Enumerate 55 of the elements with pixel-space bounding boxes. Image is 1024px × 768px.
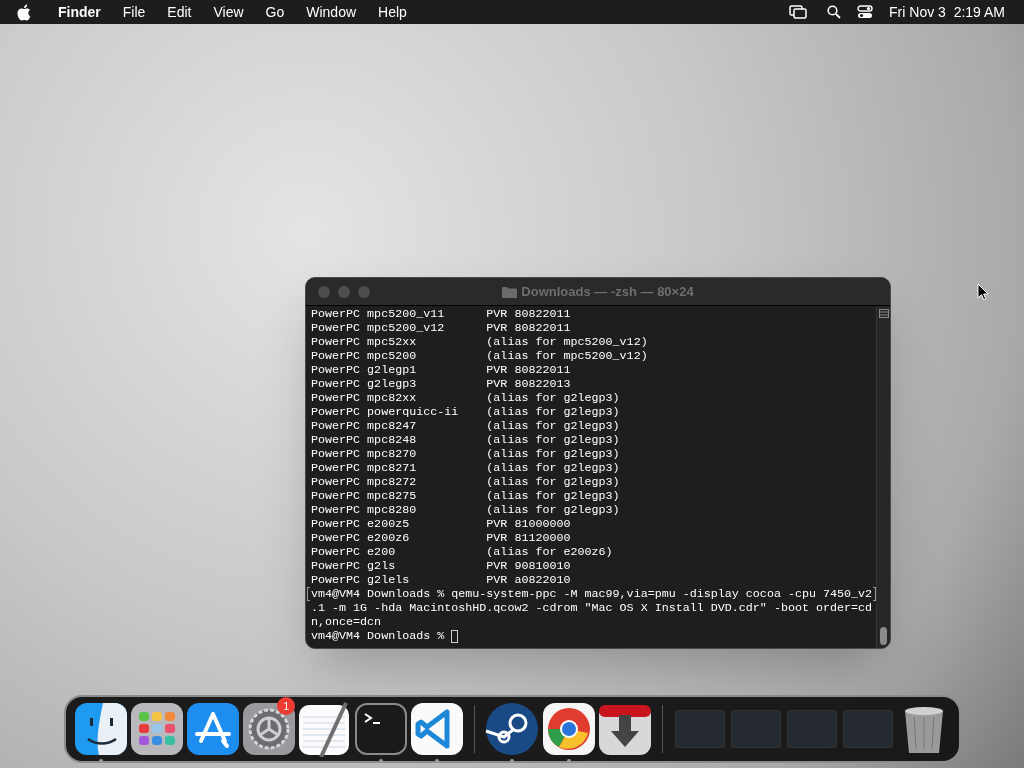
terminal-line: PowerPC mpc8248 (alias for g2legp3) xyxy=(311,433,620,447)
terminal-line: PowerPC mpc52xx (alias for mpc5200_v12) xyxy=(311,335,648,349)
terminal-line: PowerPC g2ls PVR 90810010 xyxy=(311,559,571,573)
gear-icon[interactable] xyxy=(241,701,298,757)
apple-menu-icon[interactable] xyxy=(16,3,31,21)
terminal-line: PowerPC mpc82xx (alias for g2legp3) xyxy=(311,391,620,405)
window-thumbnail[interactable] xyxy=(842,710,893,748)
finder-icon[interactable] xyxy=(73,701,130,757)
scroll-bar[interactable] xyxy=(876,306,890,648)
terminal-line: PowerPC mpc5200_v12 PVR 80822011 xyxy=(311,321,571,335)
scroll-thumb[interactable] xyxy=(880,627,887,645)
menu-item[interactable]: Window xyxy=(306,1,357,23)
terminal-line: PowerPC g2legp1 PVR 80822011 xyxy=(311,363,571,377)
menu-item[interactable]: View xyxy=(213,1,244,23)
browser-icon[interactable] xyxy=(540,701,597,757)
split-pane-icon[interactable] xyxy=(878,309,889,318)
app-store-icon[interactable] xyxy=(185,701,242,757)
terminal-line: PowerPC mpc8271 (alias for g2legp3) xyxy=(311,461,620,475)
notification-badge: 1 xyxy=(277,697,296,715)
menu-bar-clock[interactable]: Fri Nov 3 2:19 AM xyxy=(889,1,1005,23)
terminal-line: .1 -m 1G -hda MacintoshHD.qcow2 -cdrom "Mac OS X Install DVD.cdr" -boot order=cd xyxy=(311,601,873,615)
terminal-line: PowerPC g2legp3 PVR 80822013 xyxy=(311,377,571,391)
terminal-line: PowerPC e200z6 PVR 81120000 xyxy=(311,531,571,545)
terminal-line: PowerPC mpc8280 (alias for g2legp3) xyxy=(311,503,620,517)
menu-item[interactable]: File xyxy=(122,1,146,23)
terminal-line: PowerPC mpc8247 (alias for g2legp3) xyxy=(311,419,620,433)
terminal-line: PowerPC mpc8272 (alias for g2legp3) xyxy=(311,475,620,489)
terminal-line: PowerPC mpc5200 (alias for mpc5200_v12) xyxy=(311,349,648,363)
terminal-line: PowerPC powerquicc-ii (alias for g2legp3) xyxy=(311,405,620,419)
control-center-icon[interactable] xyxy=(857,5,874,19)
mouse-pointer-icon xyxy=(977,283,989,301)
code-editor-icon[interactable] xyxy=(409,701,466,757)
steam-icon[interactable] xyxy=(484,701,541,757)
window-thumbnail[interactable] xyxy=(786,710,837,748)
terminal-icon[interactable] xyxy=(353,701,410,757)
terminal-line: PowerPC e200z5 PVR 81000000 xyxy=(311,517,571,531)
terminal-line: PowerPC g2lels PVR a0822010 xyxy=(311,573,571,587)
terminal-line: PowerPC mpc8275 (alias for g2legp3) xyxy=(311,489,620,503)
terminal-line: vm4@VM4 Downloads % xyxy=(311,629,446,643)
menu-item[interactable]: Help xyxy=(378,1,407,23)
menu-item[interactable]: Finder xyxy=(58,1,101,23)
search-icon[interactable] xyxy=(827,5,842,19)
screen-mirroring-icon[interactable] xyxy=(789,5,808,19)
app-grid-icon[interactable] xyxy=(129,701,186,757)
terminal-line: PowerPC mpc8270 (alias for g2legp3) xyxy=(311,447,620,461)
terminal-line: PowerPC e200 (alias for e200z6) xyxy=(311,545,613,559)
terminal-line: n,once=dcn xyxy=(311,615,382,629)
folder-icon xyxy=(502,286,518,298)
terminal-line: PowerPC mpc5200_v11 PVR 80822011 xyxy=(311,307,571,321)
menu-item[interactable]: Edit xyxy=(167,1,192,23)
menu-item[interactable]: Go xyxy=(265,1,285,23)
window-title: Downloads — -zsh — 80×24 xyxy=(521,283,694,302)
window-thumbnail[interactable] xyxy=(674,710,725,748)
terminal-line: vm4@VM4 Downloads % qemu-system-ppc -M mac99,via=pmu -display cocoa -cpu 7450_v2 xyxy=(311,587,873,601)
window-thumbnail[interactable] xyxy=(730,710,781,748)
